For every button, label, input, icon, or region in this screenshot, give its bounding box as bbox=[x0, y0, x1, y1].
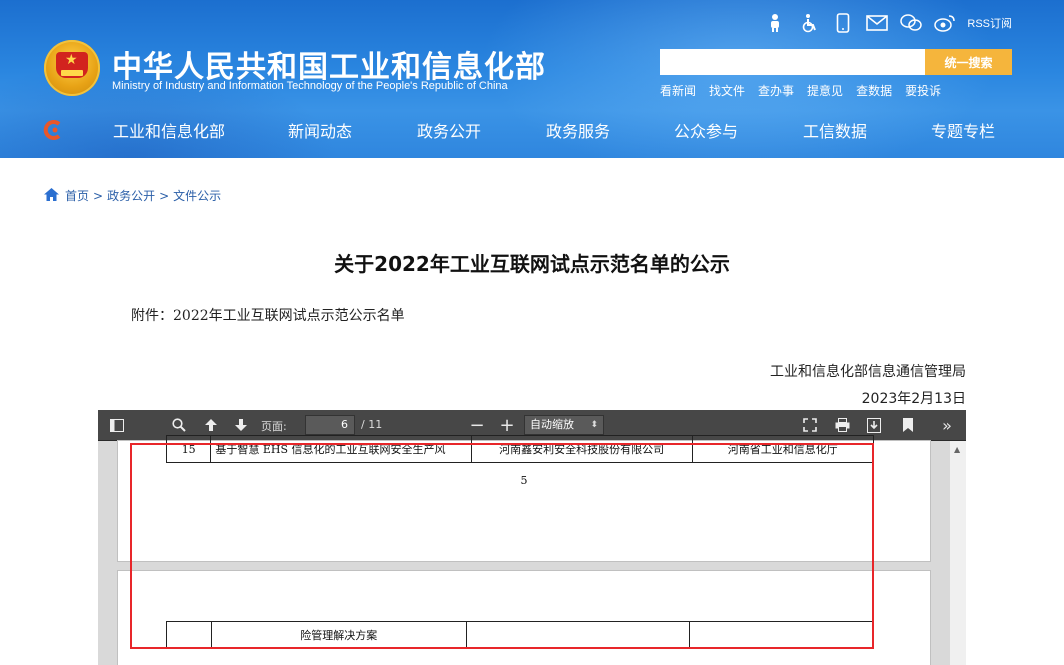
weibo-icon[interactable] bbox=[933, 12, 957, 34]
zoom-select-arrow-icon: ⬍ bbox=[590, 420, 598, 430]
attachment-link[interactable]: 附件：2022年工业互联网试点示范公示名单 bbox=[131, 305, 405, 325]
previous-page-arrow-icon[interactable] bbox=[202, 416, 220, 434]
site-subtitle: Ministry of Industry and Information Tec… bbox=[112, 80, 508, 92]
presentation-mode-icon[interactable] bbox=[801, 416, 819, 434]
scroll-up-arrow-icon[interactable]: ▲ bbox=[954, 445, 960, 454]
tools-menu-icon[interactable]: » bbox=[937, 416, 957, 435]
breadcrumb-home[interactable]: 首页 bbox=[65, 187, 89, 204]
nav-item-gov-service[interactable]: 政务服务 bbox=[546, 118, 610, 142]
mobile-icon[interactable] bbox=[831, 12, 855, 34]
wechat-icon[interactable] bbox=[899, 12, 923, 34]
breadcrumb: 首页 > 政务公开 > 文件公示 bbox=[44, 187, 221, 204]
site-header: ★ 中华人民共和国工业和信息化部 Ministry of Industry an… bbox=[0, 0, 1064, 158]
print-icon[interactable] bbox=[833, 416, 851, 434]
quick-link-services[interactable]: 查办事 bbox=[758, 82, 794, 99]
home-icon[interactable] bbox=[44, 187, 59, 204]
nav-item-special-topics[interactable]: 专题专栏 bbox=[931, 118, 995, 142]
article-signer: 工业和信息化部信息通信管理局 bbox=[770, 364, 966, 380]
quick-link-news[interactable]: 看新闻 bbox=[660, 82, 696, 99]
quick-link-documents[interactable]: 找文件 bbox=[709, 82, 745, 99]
nav-item-miit[interactable]: 工业和信息化部 bbox=[113, 118, 225, 142]
nav-item-public-participation[interactable]: 公众参与 bbox=[674, 118, 738, 142]
top-icon-bar: RSS订阅 bbox=[763, 12, 1012, 34]
pdf-scrollbar[interactable]: ▲ bbox=[950, 441, 966, 665]
zoom-out-icon[interactable]: − bbox=[469, 415, 485, 436]
page-number-input[interactable]: 6 bbox=[305, 415, 355, 435]
download-icon[interactable] bbox=[865, 416, 883, 434]
accessibility-elder-icon[interactable] bbox=[763, 12, 787, 34]
breadcrumb-item-gov-info[interactable]: 政务公开 bbox=[107, 187, 155, 204]
rss-subscribe-link[interactable]: RSS订阅 bbox=[967, 15, 1012, 31]
next-page-arrow-icon[interactable] bbox=[232, 416, 250, 434]
nav-home-logo-icon[interactable] bbox=[42, 119, 64, 141]
unified-search-button[interactable]: 统一搜索 bbox=[925, 49, 1012, 75]
quick-link-complaint[interactable]: 要投诉 bbox=[905, 82, 941, 99]
nav-item-news[interactable]: 新闻动态 bbox=[288, 118, 352, 142]
breadcrumb-separator: > bbox=[93, 188, 104, 203]
wheelchair-icon[interactable] bbox=[797, 12, 821, 34]
find-search-icon[interactable] bbox=[170, 416, 188, 434]
article-date: 2023年2月13日 bbox=[861, 391, 966, 407]
quick-links: 看新闻 找文件 查办事 提意见 查数据 要投诉 bbox=[660, 82, 941, 99]
nav-item-gov-info[interactable]: 政务公开 bbox=[417, 118, 481, 142]
zoom-in-icon[interactable]: + bbox=[499, 415, 515, 436]
national-emblem-logo[interactable]: ★ bbox=[44, 40, 100, 96]
breadcrumb-separator: > bbox=[159, 188, 170, 203]
search-input[interactable] bbox=[660, 49, 925, 75]
mail-icon[interactable] bbox=[865, 12, 889, 34]
bookmark-icon[interactable] bbox=[899, 416, 917, 434]
article-title: 关于2022年工业互联网试点示范名单的公示 bbox=[334, 252, 730, 276]
breadcrumb-item-file-notice[interactable]: 文件公示 bbox=[173, 187, 221, 204]
sidebar-toggle-icon[interactable] bbox=[108, 416, 126, 434]
nav-item-data[interactable]: 工信数据 bbox=[803, 118, 867, 142]
zoom-select[interactable]: 自动缩放 ⬍ bbox=[524, 415, 604, 435]
quick-link-feedback[interactable]: 提意见 bbox=[807, 82, 843, 99]
red-highlight-box bbox=[130, 443, 874, 649]
quick-link-data[interactable]: 查数据 bbox=[856, 82, 892, 99]
page-label: 页面: bbox=[261, 420, 287, 433]
total-pages: / 11 bbox=[361, 418, 383, 431]
zoom-select-value: 自动缩放 bbox=[530, 418, 574, 431]
